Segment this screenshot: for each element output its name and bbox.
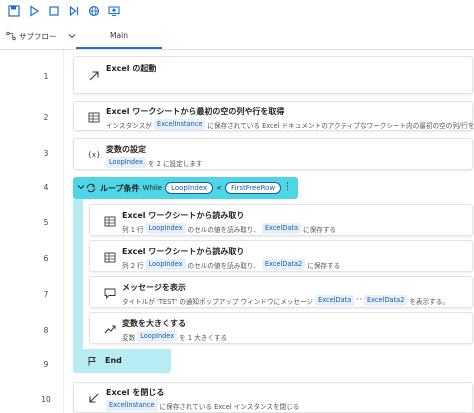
end-title: End (105, 356, 122, 365)
line-number: 10 (41, 395, 51, 404)
loop-icon (85, 182, 97, 196)
variable-pill: LoopIndex (145, 259, 186, 270)
line-number: 5 (43, 218, 49, 227)
action-desc-text: のセルの値を読み取り、 (187, 225, 260, 234)
variable-pill: LoopIndex (145, 223, 186, 234)
action-card-close-excel[interactable]: Excel を閉じる ExcelInstance に保存されている Excel … (73, 382, 473, 413)
action-card-display-message[interactable]: メッセージを表示 タイトルが 'TEST' の通知ポップアップ ウィンドウにメッ… (89, 276, 473, 308)
while-keyword: While (142, 184, 163, 192)
action-desc-text: ' ' (356, 296, 362, 305)
action-title: Excel ワークシートから読み取り (122, 247, 245, 256)
action-title: Excel ワークシートから最初の空の列や行を取得 (106, 107, 285, 116)
arrow-down-left-icon (86, 390, 102, 406)
chevron-down-icon (68, 32, 76, 41)
tabs-bar: サブフロー Main (0, 24, 474, 50)
line-number: 9 (43, 360, 49, 369)
save-icon[interactable] (4, 1, 24, 21)
run-icon[interactable] (24, 1, 44, 21)
subflow-icon (6, 31, 16, 43)
subflow-label: サブフロー (19, 32, 57, 41)
action-card-launch-excel[interactable]: Excel の起動 (73, 56, 473, 94)
action-title: メッセージを表示 (122, 283, 186, 292)
action-desc-text: に保存されている Excel ドキュメントのアクティブなワークシート内の最初の空… (207, 121, 474, 130)
variable-pill: FirstFreeRow (225, 182, 282, 194)
more-options-icon[interactable]: ⋮ (283, 182, 292, 192)
line-number: 4 (43, 183, 49, 192)
desktop-recorder-icon[interactable] (104, 1, 124, 21)
excel-table-icon (102, 213, 118, 229)
line-number: 2 (43, 113, 49, 122)
variable-pill: LoopIndex (165, 182, 214, 194)
toolbar (0, 0, 474, 22)
stop-icon[interactable] (44, 1, 64, 21)
action-card-read-excel-1[interactable]: Excel ワークシートから読み取り 列 1 行 LoopIndex のセルの値… (89, 204, 473, 236)
excel-table-icon (86, 109, 102, 125)
action-card-read-excel-2[interactable]: Excel ワークシートから読み取り 列 2 行 LoopIndex のセルの値… (89, 240, 473, 272)
action-desc-text: に保存する (307, 261, 341, 270)
variable-pill: ExcelInstance (153, 119, 206, 130)
arrow-up-right-icon (86, 68, 102, 84)
web-recorder-icon[interactable] (84, 1, 104, 21)
action-desc-text: に保存されている Excel インスタンスを閉じる (159, 402, 300, 411)
action-desc-text: タイトルが 'TEST' の通知ポップアップ ウィンドウにメッセージ (122, 297, 314, 306)
variable-pill: ExcelData (315, 295, 355, 306)
variable-pill: LoopIndex (137, 331, 178, 342)
action-title: Excel を閉じる (106, 388, 165, 397)
trend-up-icon (102, 321, 118, 337)
variable-pill: ExcelData (261, 223, 302, 234)
variable-pill: ExcelInstance (106, 400, 158, 411)
action-desc-text: を 2 に設定します (147, 159, 203, 168)
action-card-set-variable[interactable]: {x} 変数の設定 LoopIndex を 2 に設定します (73, 138, 473, 170)
action-desc-text: 列 1 行 (122, 225, 144, 234)
message-icon (102, 285, 118, 301)
loop-body-rail (73, 199, 83, 349)
loop-end-block[interactable]: End (73, 349, 171, 373)
operator-label: < (216, 184, 223, 192)
action-desc-text: インスタンスが (106, 121, 152, 130)
line-number: 8 (43, 326, 49, 335)
action-desc-text: 変数 (122, 333, 136, 342)
action-card-increase-variable[interactable]: 変数を大きくする 変数 LoopIndex を 1 大きくする (89, 312, 473, 344)
loop-title: ループ条件 (100, 183, 140, 193)
loop-condition-header[interactable]: ループ条件 While LoopIndex < FirstFreeRow ⋮ (73, 177, 298, 199)
excel-table-icon (102, 249, 118, 265)
tab-main[interactable]: Main (76, 24, 162, 49)
action-title: Excel ワークシートから読み取り (122, 211, 245, 220)
step-icon[interactable] (64, 1, 84, 21)
variable-pill: ExcelData2 (261, 259, 306, 270)
action-card-get-first-free[interactable]: Excel ワークシートから最初の空の列や行を取得 インスタンスが ExcelI… (73, 101, 474, 131)
action-title: 変数の設定 (106, 145, 146, 154)
variable-icon: {x} (87, 151, 101, 159)
line-number: 3 (43, 149, 49, 158)
action-desc-text: のセルの値を読み取り、 (187, 261, 260, 270)
variable-pill: ExcelData2 (363, 295, 408, 306)
line-number: 7 (43, 290, 49, 299)
action-title: Excel の起動 (106, 64, 157, 73)
action-title: 変数を大きくする (122, 319, 186, 328)
line-number-gutter: 1 2 3 4 5 6 7 8 9 10 (0, 50, 64, 413)
line-number: 1 (43, 72, 49, 81)
action-desc-text: に保存する (303, 225, 337, 234)
action-desc-text: を 1 大きくする (179, 333, 228, 342)
line-number: 6 (43, 254, 49, 263)
variable-pill: LoopIndex (106, 157, 146, 168)
collapse-chevron-icon[interactable] (77, 183, 85, 193)
action-desc-text: を表示する。 (409, 297, 449, 306)
action-desc-text: 列 2 行 (122, 261, 144, 270)
flag-icon (87, 356, 97, 368)
subflow-dropdown[interactable]: サブフロー (0, 24, 76, 49)
